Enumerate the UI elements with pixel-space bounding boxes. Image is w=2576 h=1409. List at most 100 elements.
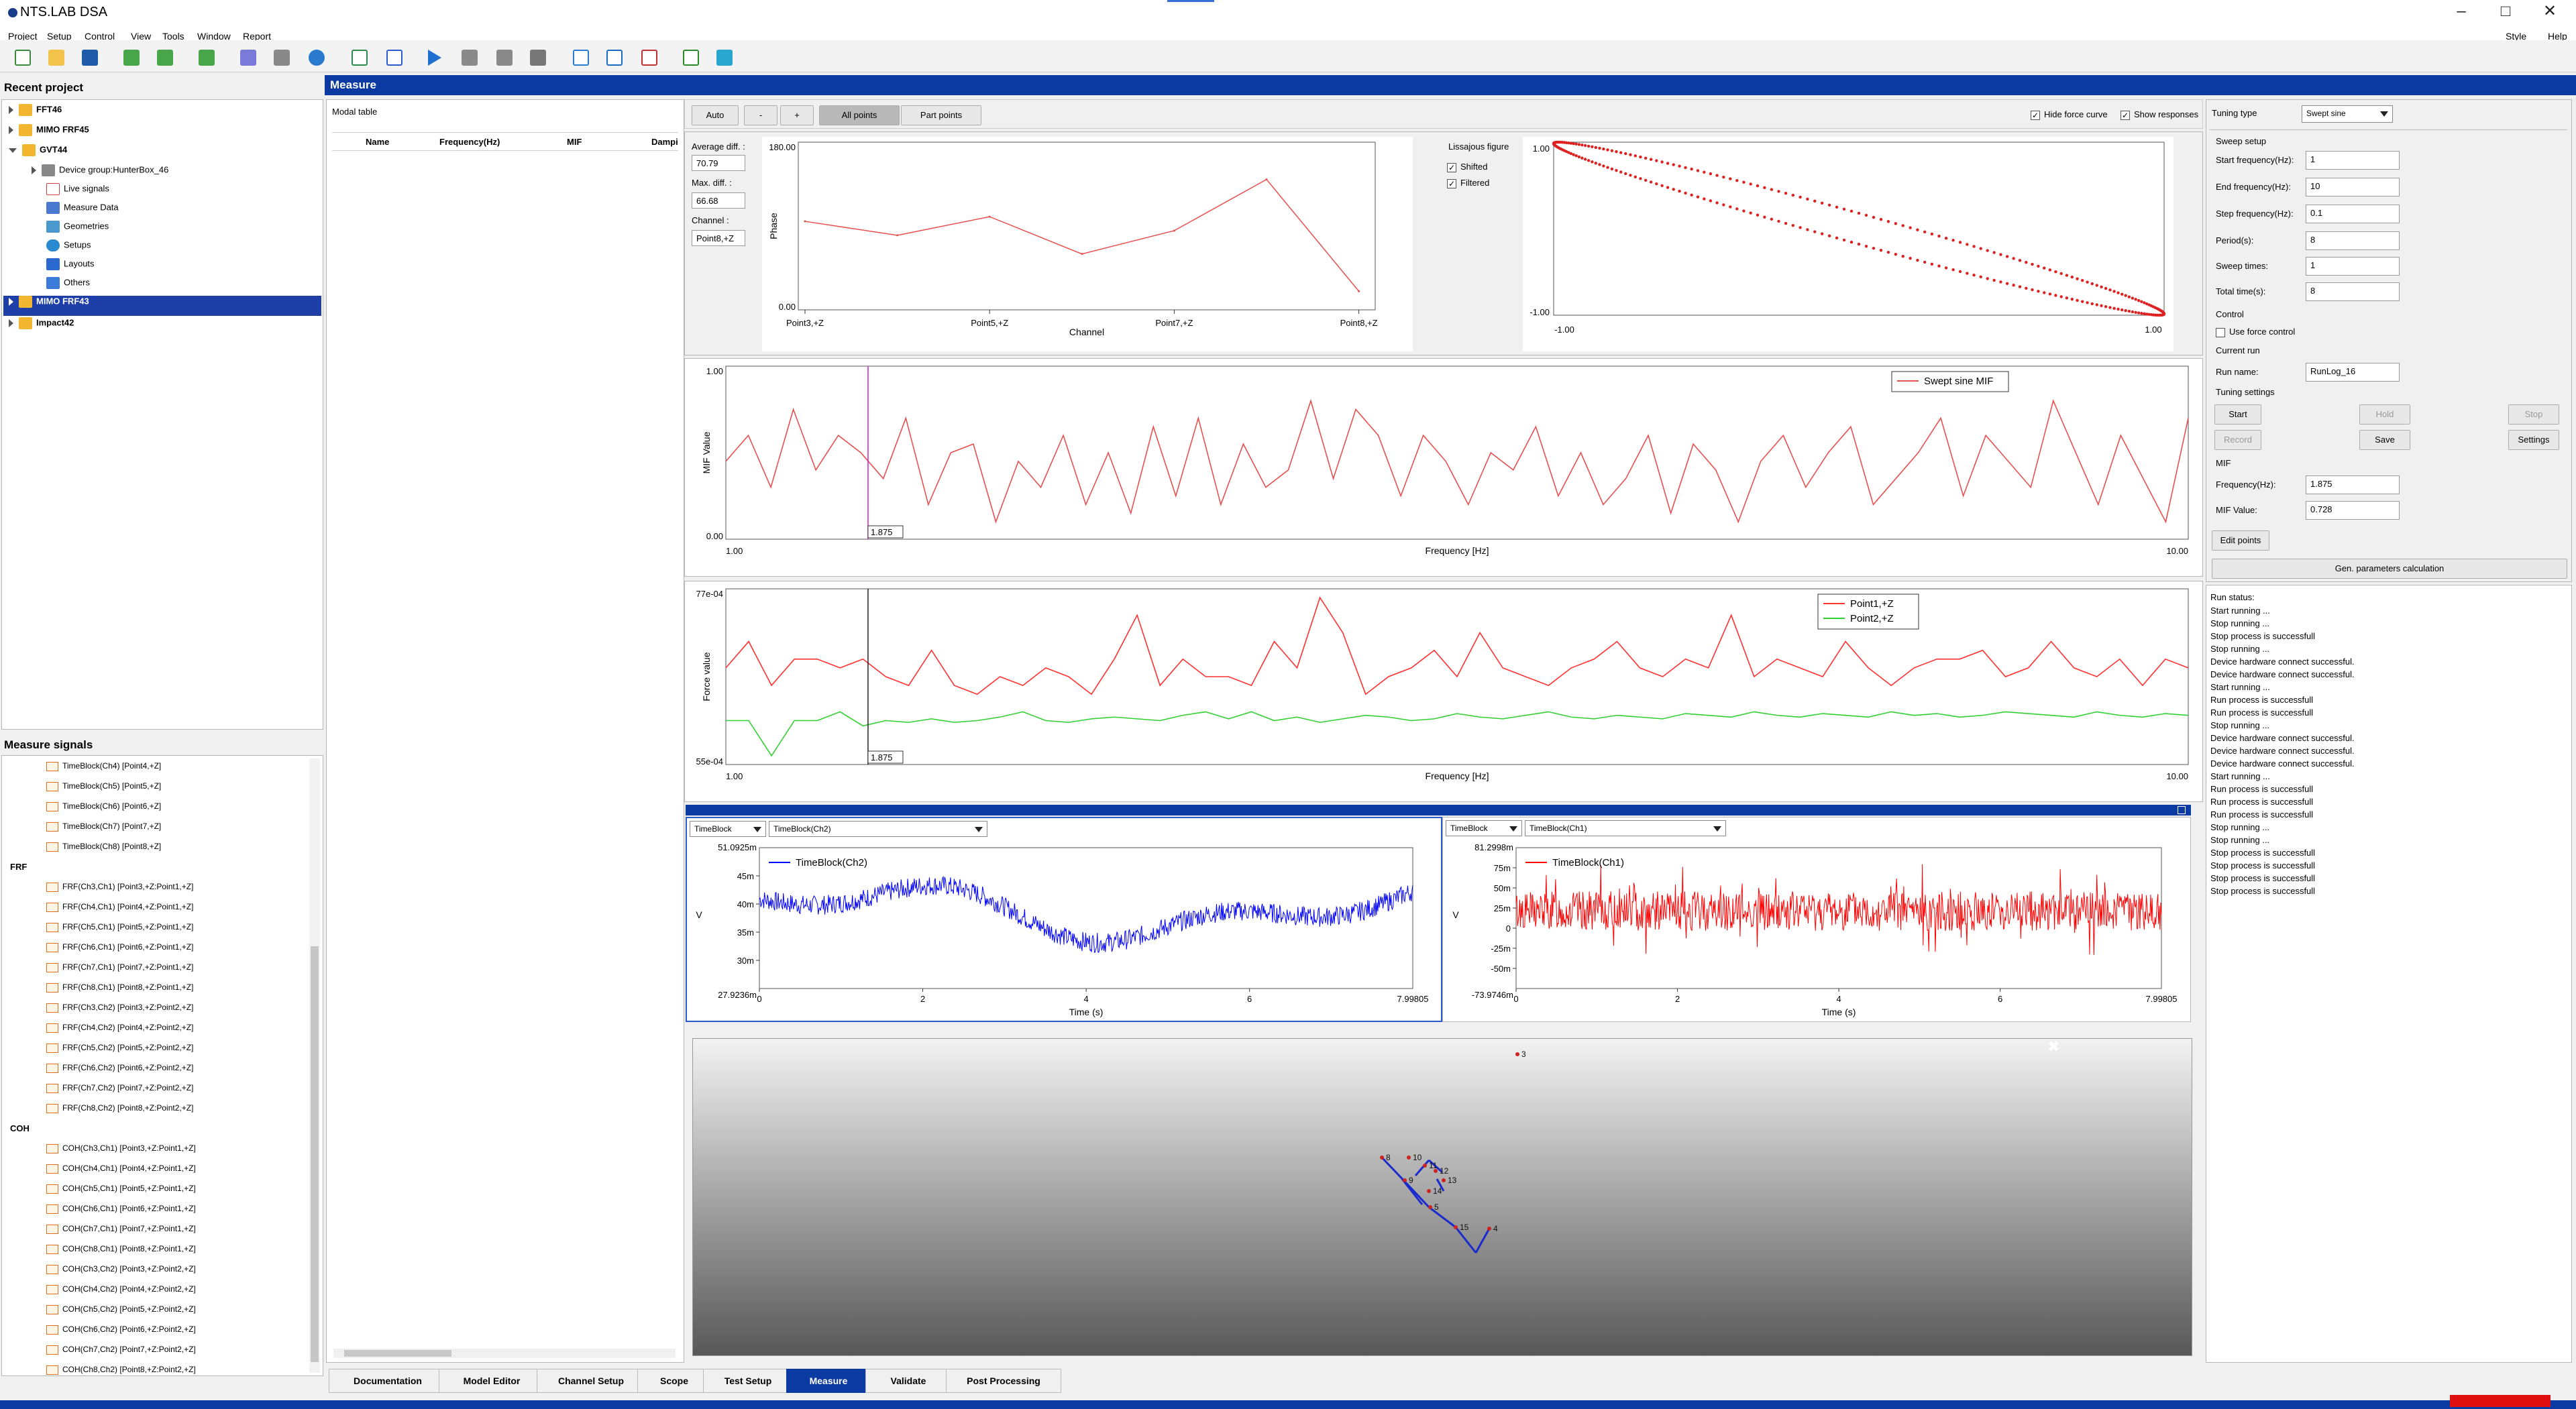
graph-icon[interactable] (678, 44, 704, 71)
tb-left-type-select[interactable]: TimeBlock (690, 821, 766, 837)
col-mif[interactable]: MIF (567, 137, 582, 147)
hide-force-curve-checkbox[interactable]: ✓ Hide force curve (2031, 109, 2108, 120)
gen-parameters-button[interactable]: Gen. parameters calculation (2212, 559, 2567, 579)
step-validate[interactable]: Validate (865, 1369, 951, 1393)
signal-item[interactable]: COH(Ch4,Ch1) [Point4,+Z:Point1,+Z] (46, 1164, 196, 1174)
signal-item[interactable]: FRF(Ch7,Ch2) [Point7,+Z:Point2,+Z] (46, 1083, 193, 1093)
step-documentation[interactable]: Documentation (329, 1369, 447, 1393)
import-icon[interactable] (118, 44, 145, 71)
tree-item-setups[interactable]: Setups (46, 239, 91, 260)
signal-item[interactable]: COH(Ch7,Ch2) [Point7,+Z:Point2,+Z] (46, 1345, 196, 1355)
signal-item[interactable]: COH(Ch3,Ch2) [Point3,+Z:Point2,+Z] (46, 1264, 196, 1274)
save-button[interactable]: Save (2359, 430, 2410, 450)
signal-item[interactable]: TimeBlock(Ch4) [Point4,+Z] (46, 761, 161, 771)
tb-left-channel-select[interactable]: TimeBlock(Ch2) (769, 821, 987, 837)
save-icon[interactable] (76, 44, 103, 71)
sweep-times-input[interactable]: 1 (2306, 257, 2400, 276)
tree-item-gvt44[interactable]: GVT44 (9, 144, 67, 164)
signal-item[interactable]: FRF(Ch6,Ch2) [Point6,+Z:Point2,+Z] (46, 1063, 193, 1073)
record-button[interactable]: Record (2214, 430, 2261, 450)
restore-icon[interactable] (2178, 806, 2186, 814)
start-freq-input[interactable]: 1 (2306, 151, 2400, 170)
transfer-icon[interactable] (601, 44, 628, 71)
signal-item[interactable]: FRF(Ch4,Ch2) [Point4,+Z:Point2,+Z] (46, 1023, 193, 1033)
col-damping[interactable]: Dampi (651, 137, 678, 147)
tree-item-layouts[interactable]: Layouts (46, 258, 95, 278)
hold-button[interactable]: Hold (2359, 404, 2410, 425)
period-input[interactable]: 8 (2306, 231, 2400, 250)
end-freq-input[interactable]: 10 (2306, 178, 2400, 196)
signal-item[interactable]: FRF(Ch8,Ch2) [Point8,+Z:Point2,+Z] (46, 1103, 193, 1113)
tree-item-mimo-frf45[interactable]: MIMO FRF45 (9, 124, 89, 144)
signal-item[interactable]: FRF(Ch4,Ch1) [Point4,+Z:Point1,+Z] (46, 902, 193, 912)
col-frequency[interactable]: Frequency(Hz) (439, 137, 500, 147)
image-icon[interactable] (711, 44, 738, 71)
modal-table-hscroll[interactable] (333, 1349, 676, 1358)
signal-item[interactable]: TimeBlock(Ch7) [Point7,+Z] (46, 822, 161, 832)
signal-item[interactable]: COH(Ch4,Ch2) [Point4,+Z:Point2,+Z] (46, 1284, 196, 1294)
total-time-input[interactable]: 8 (2306, 282, 2400, 301)
step-measure[interactable]: Measure (786, 1369, 871, 1393)
signal-item[interactable]: FRF(Ch7,Ch1) [Point7,+Z:Point1,+Z] (46, 962, 193, 972)
signal-item[interactable]: TimeBlock(Ch8) [Point8,+Z] (46, 842, 161, 852)
signal-item[interactable]: COH(Ch6,Ch1) [Point6,+Z:Point1,+Z] (46, 1204, 196, 1214)
window-icon[interactable] (568, 44, 594, 71)
tree-item-device-group[interactable]: Device group:HunterBox_46 (32, 164, 168, 184)
stop-button[interactable]: Stop (2508, 404, 2559, 425)
box-icon[interactable] (268, 44, 295, 71)
signal-item[interactable]: FRF(Ch5,Ch1) [Point5,+Z:Point1,+Z] (46, 922, 193, 932)
run-name-input[interactable]: RunLog_16 (2306, 363, 2400, 382)
tb-right-type-select[interactable]: TimeBlock (1446, 820, 1522, 836)
step-post-processing[interactable]: Post Processing (946, 1369, 1061, 1393)
all-points-button[interactable]: All points (819, 105, 900, 125)
signal-item[interactable]: TimeBlock(Ch6) [Point6,+Z] (46, 801, 161, 811)
export-icon[interactable] (152, 44, 178, 71)
signal-item[interactable]: FRF(Ch5,Ch2) [Point5,+Z:Point2,+Z] (46, 1043, 193, 1053)
signal-group-coh[interactable]: COH (10, 1123, 30, 1143)
signal-item[interactable]: COH(Ch8,Ch2) [Point8,+Z:Point2,+Z] (46, 1365, 196, 1375)
save-data-icon[interactable] (525, 44, 551, 71)
tree-item-fft46[interactable]: FFT46 (9, 104, 62, 124)
stop-icon[interactable] (491, 44, 518, 71)
signal-item[interactable]: FRF(Ch6,Ch1) [Point6,+Z:Point1,+Z] (46, 942, 193, 952)
signals-scrollbar[interactable] (309, 758, 320, 1373)
signal-item[interactable]: FRF(Ch8,Ch1) [Point8,+Z:Point1,+Z] (46, 982, 193, 993)
signal-item[interactable]: FRF(Ch3,Ch2) [Point3,+Z:Point2,+Z] (46, 1003, 193, 1013)
signal-item[interactable]: COH(Ch5,Ch2) [Point5,+Z:Point2,+Z] (46, 1304, 196, 1314)
tree-item-others[interactable]: Others (46, 277, 90, 297)
load-icon[interactable] (193, 44, 220, 71)
signal-item[interactable]: COH(Ch6,Ch2) [Point6,+Z:Point2,+Z] (46, 1325, 196, 1335)
cube-icon[interactable] (235, 44, 262, 71)
signal-item[interactable]: COH(Ch8,Ch1) [Point8,+Z:Point1,+Z] (46, 1244, 196, 1254)
signal-item[interactable]: TimeBlock(Ch5) [Point5,+Z] (46, 781, 161, 791)
step-scope[interactable]: Scope (637, 1369, 711, 1393)
settings-button[interactable]: Settings (2508, 430, 2559, 450)
use-force-control-checkbox[interactable]: Use force control (2216, 327, 2295, 337)
tree-item-live-signals[interactable]: Live signals (46, 183, 109, 203)
signal-item[interactable]: COH(Ch5,Ch1) [Point5,+Z:Point1,+Z] (46, 1184, 196, 1194)
signal-item[interactable]: COH(Ch3,Ch1) [Point3,+Z:Point1,+Z] (46, 1143, 196, 1153)
report-icon[interactable] (381, 44, 408, 71)
play-icon[interactable] (423, 44, 449, 71)
show-responses-checkbox[interactable]: ✓ Show responses (2121, 109, 2198, 120)
tree-item-measure-data[interactable]: Measure Data (46, 202, 119, 222)
tree-item-mimo-frf43[interactable]: MIMO FRF43 (3, 296, 321, 316)
filtered-checkbox[interactable]: ✓ Filtered (1447, 178, 1489, 188)
timeblock-splitter[interactable] (686, 805, 2191, 815)
step-model-editor[interactable]: Model Editor (439, 1369, 545, 1393)
shifted-checkbox[interactable]: ✓ Shifted (1447, 162, 1487, 172)
col-name[interactable]: Name (366, 137, 389, 147)
minimize-button[interactable]: – (2445, 1, 2478, 24)
signal-item[interactable]: FRF(Ch3,Ch1) [Point3,+Z:Point1,+Z] (46, 882, 193, 892)
start-button[interactable]: Start (2214, 404, 2261, 425)
tree-item-impact42[interactable]: Impact42 (9, 317, 74, 337)
tb-right-channel-select[interactable]: TimeBlock(Ch1) (1525, 820, 1726, 836)
tree-item-geometries[interactable]: Geometries (46, 221, 109, 241)
signal-group-frf[interactable]: FRF (10, 862, 27, 882)
maximize-button[interactable]: □ (2489, 1, 2522, 24)
chart-icon[interactable] (346, 44, 373, 71)
new-project-icon[interactable] (9, 44, 36, 71)
zoom-out-button[interactable]: - (744, 105, 777, 125)
open-folder-icon[interactable] (43, 44, 70, 71)
step-channel-setup[interactable]: Channel Setup (537, 1369, 645, 1393)
